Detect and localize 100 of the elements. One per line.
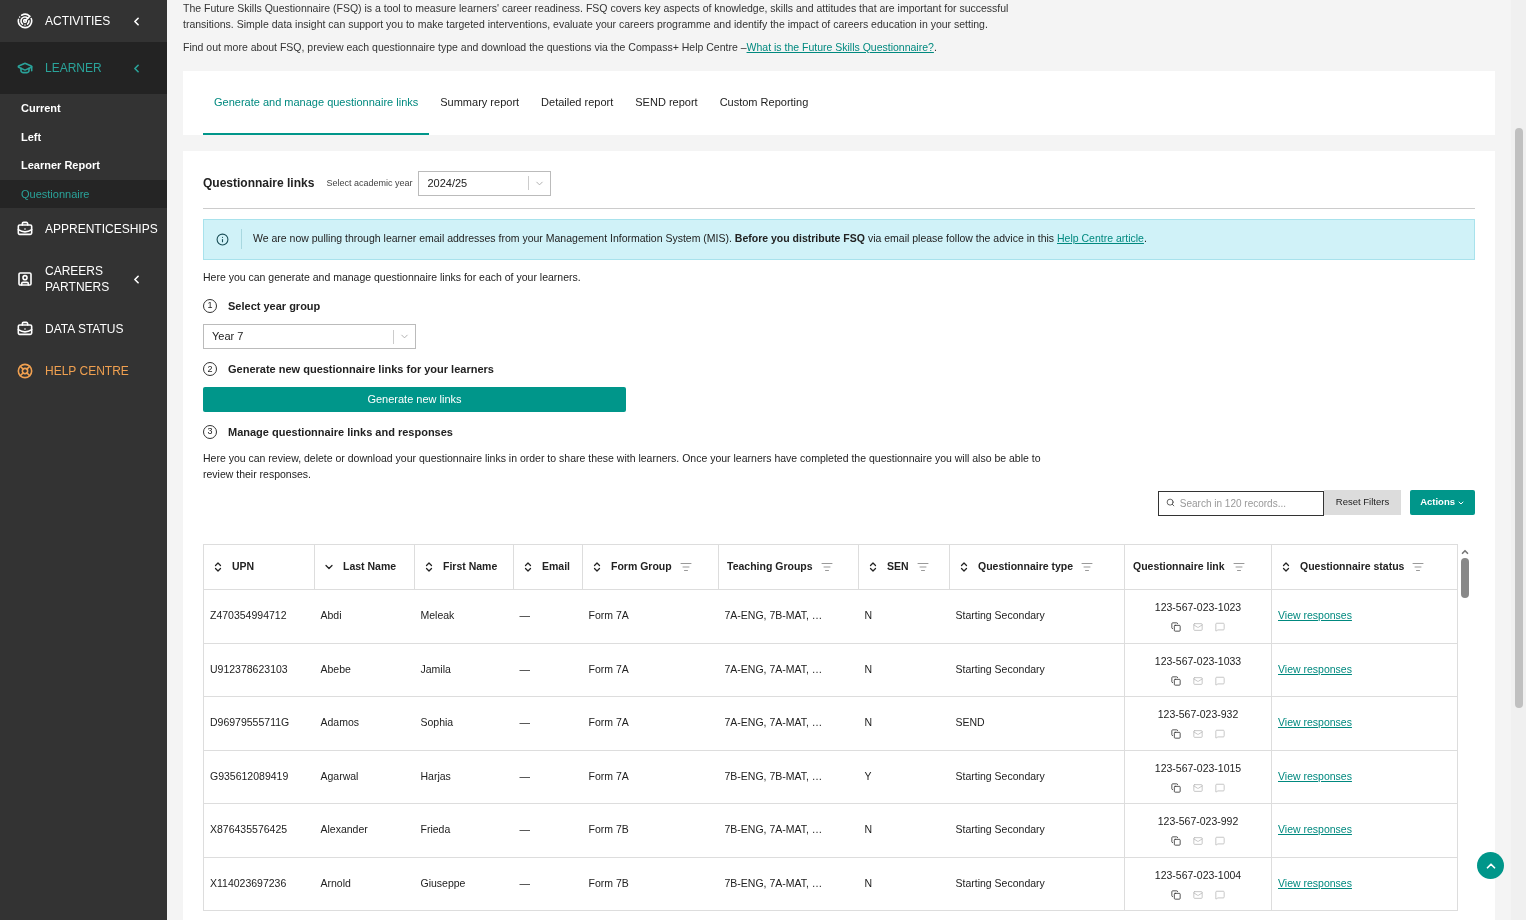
column-header[interactable]: Questionnaire status xyxy=(1271,544,1458,590)
view-responses-link[interactable]: View responses xyxy=(1278,609,1352,622)
briefcase-icon xyxy=(17,321,33,337)
table-cell: — xyxy=(513,803,583,857)
generate-links-button[interactable]: Generate new links xyxy=(203,386,626,412)
nav-item[interactable]: LEARNER xyxy=(0,42,167,94)
tab[interactable]: Generate and manage questionnaire links xyxy=(203,70,430,135)
table-cell: Starting Secondary xyxy=(949,803,1125,857)
sort-icon[interactable] xyxy=(1280,561,1292,573)
search-field[interactable]: Search in 120 records... xyxy=(1157,491,1324,516)
nav-item[interactable]: ACTIVITIES xyxy=(0,0,167,42)
copy-icon[interactable] xyxy=(1171,889,1181,900)
nav-item[interactable]: CAREERS PARTNERS xyxy=(0,250,167,308)
year-group-select[interactable]: Year 7 xyxy=(203,324,416,349)
contact-card-icon xyxy=(17,271,33,287)
message-icon[interactable] xyxy=(1215,622,1225,633)
column-header[interactable]: Questionnaire link xyxy=(1124,544,1272,590)
help-link[interactable]: What is the Future Skills Questionnaire? xyxy=(746,41,934,53)
column-header[interactable]: Email xyxy=(513,544,583,590)
mail-icon[interactable] xyxy=(1193,729,1203,740)
link-code: 123-567-023-1004 xyxy=(1153,867,1243,883)
filter-icon[interactable] xyxy=(820,561,833,573)
filter-icon[interactable] xyxy=(1232,561,1245,573)
table-cell: Form 7A xyxy=(582,589,719,643)
lifebuoy-icon xyxy=(17,363,33,379)
mail-icon[interactable] xyxy=(1193,782,1203,793)
year-select[interactable]: 2024/25 xyxy=(418,170,552,196)
table-cell: Starting Secondary xyxy=(949,643,1125,697)
column-header[interactable]: First Name xyxy=(414,544,514,590)
nav-item[interactable]: HELP CENTRE xyxy=(0,350,167,392)
message-icon[interactable] xyxy=(1215,782,1225,793)
sort-icon[interactable] xyxy=(423,561,435,573)
sort-icon[interactable] xyxy=(212,561,224,573)
link-code: 123-567-023-992 xyxy=(1156,814,1240,830)
table-cell: Form 7B xyxy=(582,803,719,857)
panel-title: Questionnaire links xyxy=(203,175,315,193)
link-code: 123-567-023-1023 xyxy=(1153,600,1243,616)
table-cell: 7B-ENG, 7A-MAT, … xyxy=(718,803,859,857)
message-icon[interactable] xyxy=(1215,729,1225,740)
tab[interactable]: Custom Reporting xyxy=(708,70,820,135)
sort-icon[interactable] xyxy=(958,561,970,573)
nav-item[interactable]: DATA STATUS xyxy=(0,308,167,350)
copy-icon[interactable] xyxy=(1171,782,1181,793)
scrollbar-thumb[interactable] xyxy=(1514,128,1523,708)
view-responses-link[interactable]: View responses xyxy=(1278,716,1352,729)
tab[interactable]: Summary report xyxy=(429,70,531,135)
mail-icon[interactable] xyxy=(1193,675,1203,686)
help-paragraph: Find out more about FSQ, preview each questionnaire type and download the questions via the Compass+ Help Centre –What is the Future Skills Questionnaire?. xyxy=(183,40,938,55)
copy-icon[interactable] xyxy=(1171,729,1181,740)
manage-text: Here you can review, delete or download your questionnaire links in order to share these with learners. Once your learners have completed the questionnaire you will also be able to review their responses. xyxy=(203,451,1042,482)
submenu-item[interactable]: Left xyxy=(0,122,167,151)
submenu-item[interactable]: Learner Report xyxy=(0,151,167,180)
reset-filters-button[interactable]: Reset Filters xyxy=(1323,490,1402,515)
mail-icon[interactable] xyxy=(1193,889,1203,900)
column-header[interactable]: Last Name xyxy=(314,544,415,590)
sort-icon[interactable] xyxy=(591,561,603,573)
scrollbar-thumb[interactable] xyxy=(1461,558,1469,598)
copy-icon[interactable] xyxy=(1171,622,1181,633)
table-cell: 7A-ENG, 7A-MAT, … xyxy=(718,643,859,697)
filter-icon[interactable] xyxy=(1412,561,1425,573)
help-centre-link[interactable]: Help Centre article xyxy=(1057,232,1144,245)
filter-icon[interactable] xyxy=(916,561,929,573)
view-responses-link[interactable]: View responses xyxy=(1278,823,1352,836)
column-header[interactable]: SEN xyxy=(858,544,950,590)
info-icon xyxy=(216,232,229,246)
scroll-to-top-button[interactable] xyxy=(1477,852,1504,879)
step-title: Manage questionnaire links and responses xyxy=(228,424,453,440)
search-icon xyxy=(1165,498,1175,507)
tab[interactable]: Detailed report xyxy=(530,70,625,135)
view-responses-link[interactable]: View responses xyxy=(1278,876,1352,889)
table-cell: U912378623103 xyxy=(203,643,315,697)
sort-icon[interactable] xyxy=(522,561,534,573)
column-header[interactable]: Questionnaire type xyxy=(949,544,1125,590)
message-icon[interactable] xyxy=(1215,889,1225,900)
filter-icon[interactable] xyxy=(1081,561,1094,573)
view-responses-link[interactable]: View responses xyxy=(1278,769,1352,782)
page-scrollbar[interactable] xyxy=(1511,0,1526,920)
table-cell: Adamos xyxy=(314,696,415,750)
message-icon[interactable] xyxy=(1215,675,1225,686)
table-cell: Starting Secondary xyxy=(949,750,1125,804)
mail-icon[interactable] xyxy=(1193,836,1203,847)
column-header[interactable]: UPN xyxy=(203,544,315,590)
scroll-up-icon[interactable] xyxy=(1460,547,1470,557)
table-cell: Arnold xyxy=(314,857,415,911)
column-header[interactable]: Form Group xyxy=(582,544,719,590)
actions-button[interactable]: Actions xyxy=(1410,490,1475,515)
submenu-item[interactable]: Current xyxy=(0,94,167,123)
tab[interactable]: SEND report xyxy=(624,70,709,135)
mail-icon[interactable] xyxy=(1193,622,1203,633)
table-cell: D96979555711G xyxy=(203,696,315,750)
column-header[interactable]: Teaching Groups xyxy=(718,544,859,590)
copy-icon[interactable] xyxy=(1171,836,1181,847)
filter-icon[interactable] xyxy=(679,561,692,573)
table-cell: Form 7A xyxy=(582,750,719,804)
nav-item[interactable]: APPRENTICESHIPS xyxy=(0,208,167,250)
message-icon[interactable] xyxy=(1215,836,1225,847)
submenu-item[interactable]: Questionnaire xyxy=(0,179,167,208)
view-responses-link[interactable]: View responses xyxy=(1278,662,1352,675)
copy-icon[interactable] xyxy=(1171,675,1181,686)
sort-icon[interactable] xyxy=(867,561,879,573)
